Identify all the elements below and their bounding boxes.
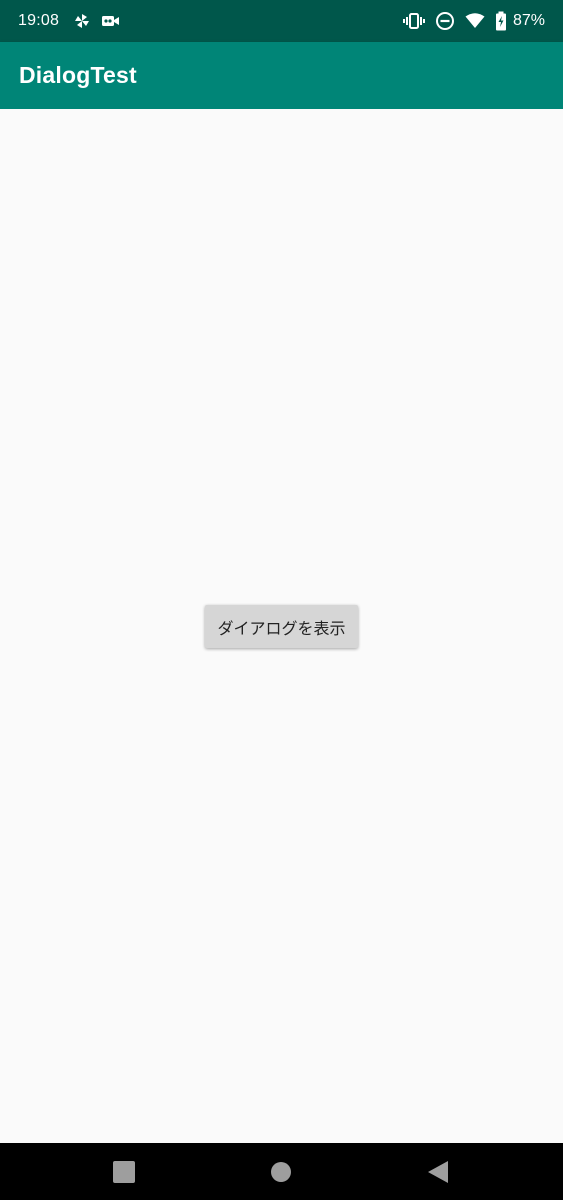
vibrate-icon	[402, 12, 425, 30]
recents-icon	[113, 1160, 135, 1183]
status-time: 19:08	[18, 12, 60, 29]
status-system-icons: 87%	[402, 11, 545, 31]
home-icon	[270, 1161, 292, 1183]
app-bar: DialogTest	[0, 42, 563, 109]
wifi-icon	[465, 13, 485, 29]
recents-button[interactable]	[84, 1143, 164, 1200]
battery-charging-icon	[495, 11, 507, 31]
battery-percent: 87%	[512, 12, 545, 29]
pinwheel-icon	[73, 12, 91, 30]
show-dialog-button[interactable]: ダイアログを表示	[205, 605, 358, 648]
do-not-disturb-icon	[435, 11, 455, 31]
back-icon	[427, 1160, 449, 1184]
back-button[interactable]	[398, 1143, 478, 1200]
phone-screen: 19:08 87% DialogTest ダイアログを表示	[0, 0, 563, 1200]
status-notification-icons	[73, 12, 121, 30]
home-button[interactable]	[241, 1143, 321, 1200]
status-bar: 19:08 87%	[0, 0, 563, 42]
app-title: DialogTest	[19, 62, 137, 88]
main-content: ダイアログを表示	[0, 109, 563, 1143]
video-camera-icon	[101, 13, 121, 29]
navigation-bar	[0, 1143, 563, 1200]
